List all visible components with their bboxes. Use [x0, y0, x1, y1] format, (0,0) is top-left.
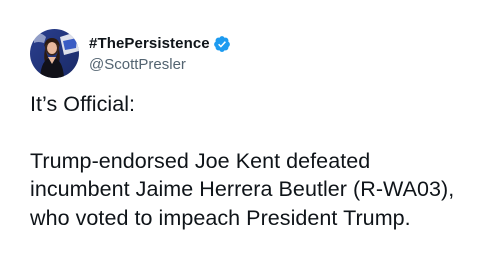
tweet-header: #ThePersistence @ScottPresler — [30, 29, 231, 78]
author-names: #ThePersistence @ScottPresler — [89, 33, 231, 75]
display-name[interactable]: #ThePersistence — [89, 34, 210, 54]
tweet-card: #ThePersistence @ScottPresler It’s Offic… — [0, 0, 500, 261]
tweet-paragraph-1: It’s Official: — [30, 92, 136, 116]
verified-badge-icon — [213, 35, 231, 53]
user-handle[interactable]: @ScottPresler — [89, 55, 231, 75]
avatar-image — [30, 29, 79, 78]
avatar[interactable] — [30, 29, 79, 78]
tweet-paragraph-2: Trump-endorsed Joe Kent defeated incumbe… — [30, 148, 455, 230]
tweet-text: It’s Official: Trump-endorsed Joe Kent d… — [30, 90, 490, 232]
name-row: #ThePersistence — [89, 33, 231, 55]
